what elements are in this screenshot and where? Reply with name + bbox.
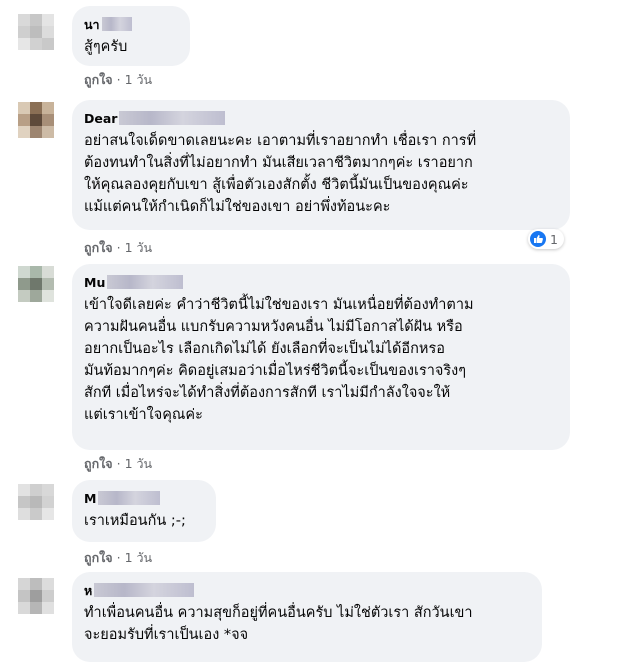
comment-bubble: M เราเหมือนกัน ;-; — [72, 480, 216, 542]
avatar-pixel — [18, 290, 30, 302]
like-link[interactable]: ถูกใจ — [84, 456, 113, 471]
avatar-pixel — [42, 102, 54, 114]
avatar-pixel — [42, 484, 54, 496]
timestamp[interactable]: 1 วัน — [125, 72, 153, 87]
avatar-pixel — [30, 290, 42, 302]
comment-text: อย่าสนใจเด็ดขาดเลยนะคะ เอาตามที่เราอยากท… — [84, 133, 477, 215]
avatar-pixel — [18, 266, 30, 278]
comment-actions: ถูกใจ · 1 วัน — [84, 456, 153, 471]
avatar-pixel — [42, 508, 54, 520]
comment-bubble: Mu เข้าใจดีเลยค่ะ คำว่าชีวิตนี้ไม่ใช่ของ… — [72, 264, 570, 450]
like-link[interactable]: ถูกใจ — [84, 72, 113, 87]
avatar-pixel — [18, 38, 30, 50]
avatar-pixel — [42, 290, 54, 302]
avatar-pixel — [42, 602, 54, 614]
comment-text: ทำเพื่อนคนอื่น ความสุขก็อยู่ที่คนอื่นครั… — [84, 605, 473, 643]
commenter-name[interactable]: M — [84, 491, 161, 507]
like-link[interactable]: ถูกใจ — [84, 550, 113, 565]
commenter-name[interactable]: นา — [84, 17, 132, 33]
commenter-name[interactable]: Dear — [84, 111, 226, 127]
avatar-pixel — [30, 278, 42, 290]
comment-text: เราเหมือนกัน ;-; — [84, 513, 186, 529]
avatar-pixel — [18, 126, 30, 138]
comment-text: เข้าใจดีเลยค่ะ คำว่าชีวิตนี้ไม่ใช่ของเรา… — [84, 297, 474, 423]
avatar-pixel — [30, 578, 42, 590]
timestamp[interactable]: 1 วัน — [125, 240, 153, 255]
avatar-pixel — [18, 578, 30, 590]
comment-bubble: นา สู้ๆครับ — [72, 6, 190, 66]
avatar-pixel — [30, 590, 42, 602]
avatar[interactable] — [18, 266, 54, 302]
avatar[interactable] — [18, 484, 54, 520]
comment-actions: ถูกใจ · 1 วัน — [84, 240, 153, 255]
avatar-pixel — [42, 278, 54, 290]
avatar-pixel — [42, 578, 54, 590]
avatar-pixel — [42, 38, 54, 50]
avatar-pixel — [42, 114, 54, 126]
avatar-pixel — [42, 126, 54, 138]
avatar-pixel — [30, 266, 42, 278]
avatar-pixel — [18, 602, 30, 614]
avatar-pixel — [30, 602, 42, 614]
avatar-pixel — [18, 278, 30, 290]
like-icon — [530, 231, 546, 247]
avatar-pixel — [42, 14, 54, 26]
comment-actions: ถูกใจ · 1 วัน — [84, 72, 153, 87]
avatar-pixel — [30, 38, 42, 50]
comment-actions: ถูกใจ · 1 วัน — [84, 550, 153, 565]
avatar-pixel — [30, 26, 42, 38]
avatar-pixel — [18, 26, 30, 38]
avatar-pixel — [42, 590, 54, 602]
avatar-pixel — [18, 14, 30, 26]
commenter-name[interactable]: Mu — [84, 275, 184, 291]
timestamp[interactable]: 1 วัน — [125, 550, 153, 565]
avatar-pixel — [42, 266, 54, 278]
avatar[interactable] — [18, 102, 54, 138]
timestamp[interactable]: 1 วัน — [125, 456, 153, 471]
like-link[interactable]: ถูกใจ — [84, 240, 113, 255]
avatar[interactable] — [18, 14, 54, 50]
avatar-pixel — [30, 126, 42, 138]
avatar-pixel — [30, 114, 42, 126]
commenter-name[interactable]: ห — [84, 583, 195, 599]
avatar-pixel — [42, 26, 54, 38]
avatar-pixel — [18, 590, 30, 602]
comment-bubble: ห ทำเพื่อนคนอื่น ความสุขก็อยู่ที่คนอื่นค… — [72, 572, 542, 662]
avatar-pixel — [18, 508, 30, 520]
avatar-pixel — [30, 14, 42, 26]
avatar-pixel — [18, 114, 30, 126]
avatar-pixel — [30, 102, 42, 114]
avatar-pixel — [30, 508, 42, 520]
comment-bubble: Dear อย่าสนใจเด็ดขาดเลยนะคะ เอาตามที่เรา… — [72, 100, 570, 230]
avatar[interactable] — [18, 578, 54, 614]
reaction-count[interactable]: 1 — [528, 229, 564, 249]
avatar-pixel — [30, 484, 42, 496]
avatar-pixel — [18, 102, 30, 114]
avatar-pixel — [18, 484, 30, 496]
comment-text: สู้ๆครับ — [84, 39, 128, 55]
avatar-pixel — [42, 496, 54, 508]
avatar-pixel — [30, 496, 42, 508]
avatar-pixel — [18, 496, 30, 508]
